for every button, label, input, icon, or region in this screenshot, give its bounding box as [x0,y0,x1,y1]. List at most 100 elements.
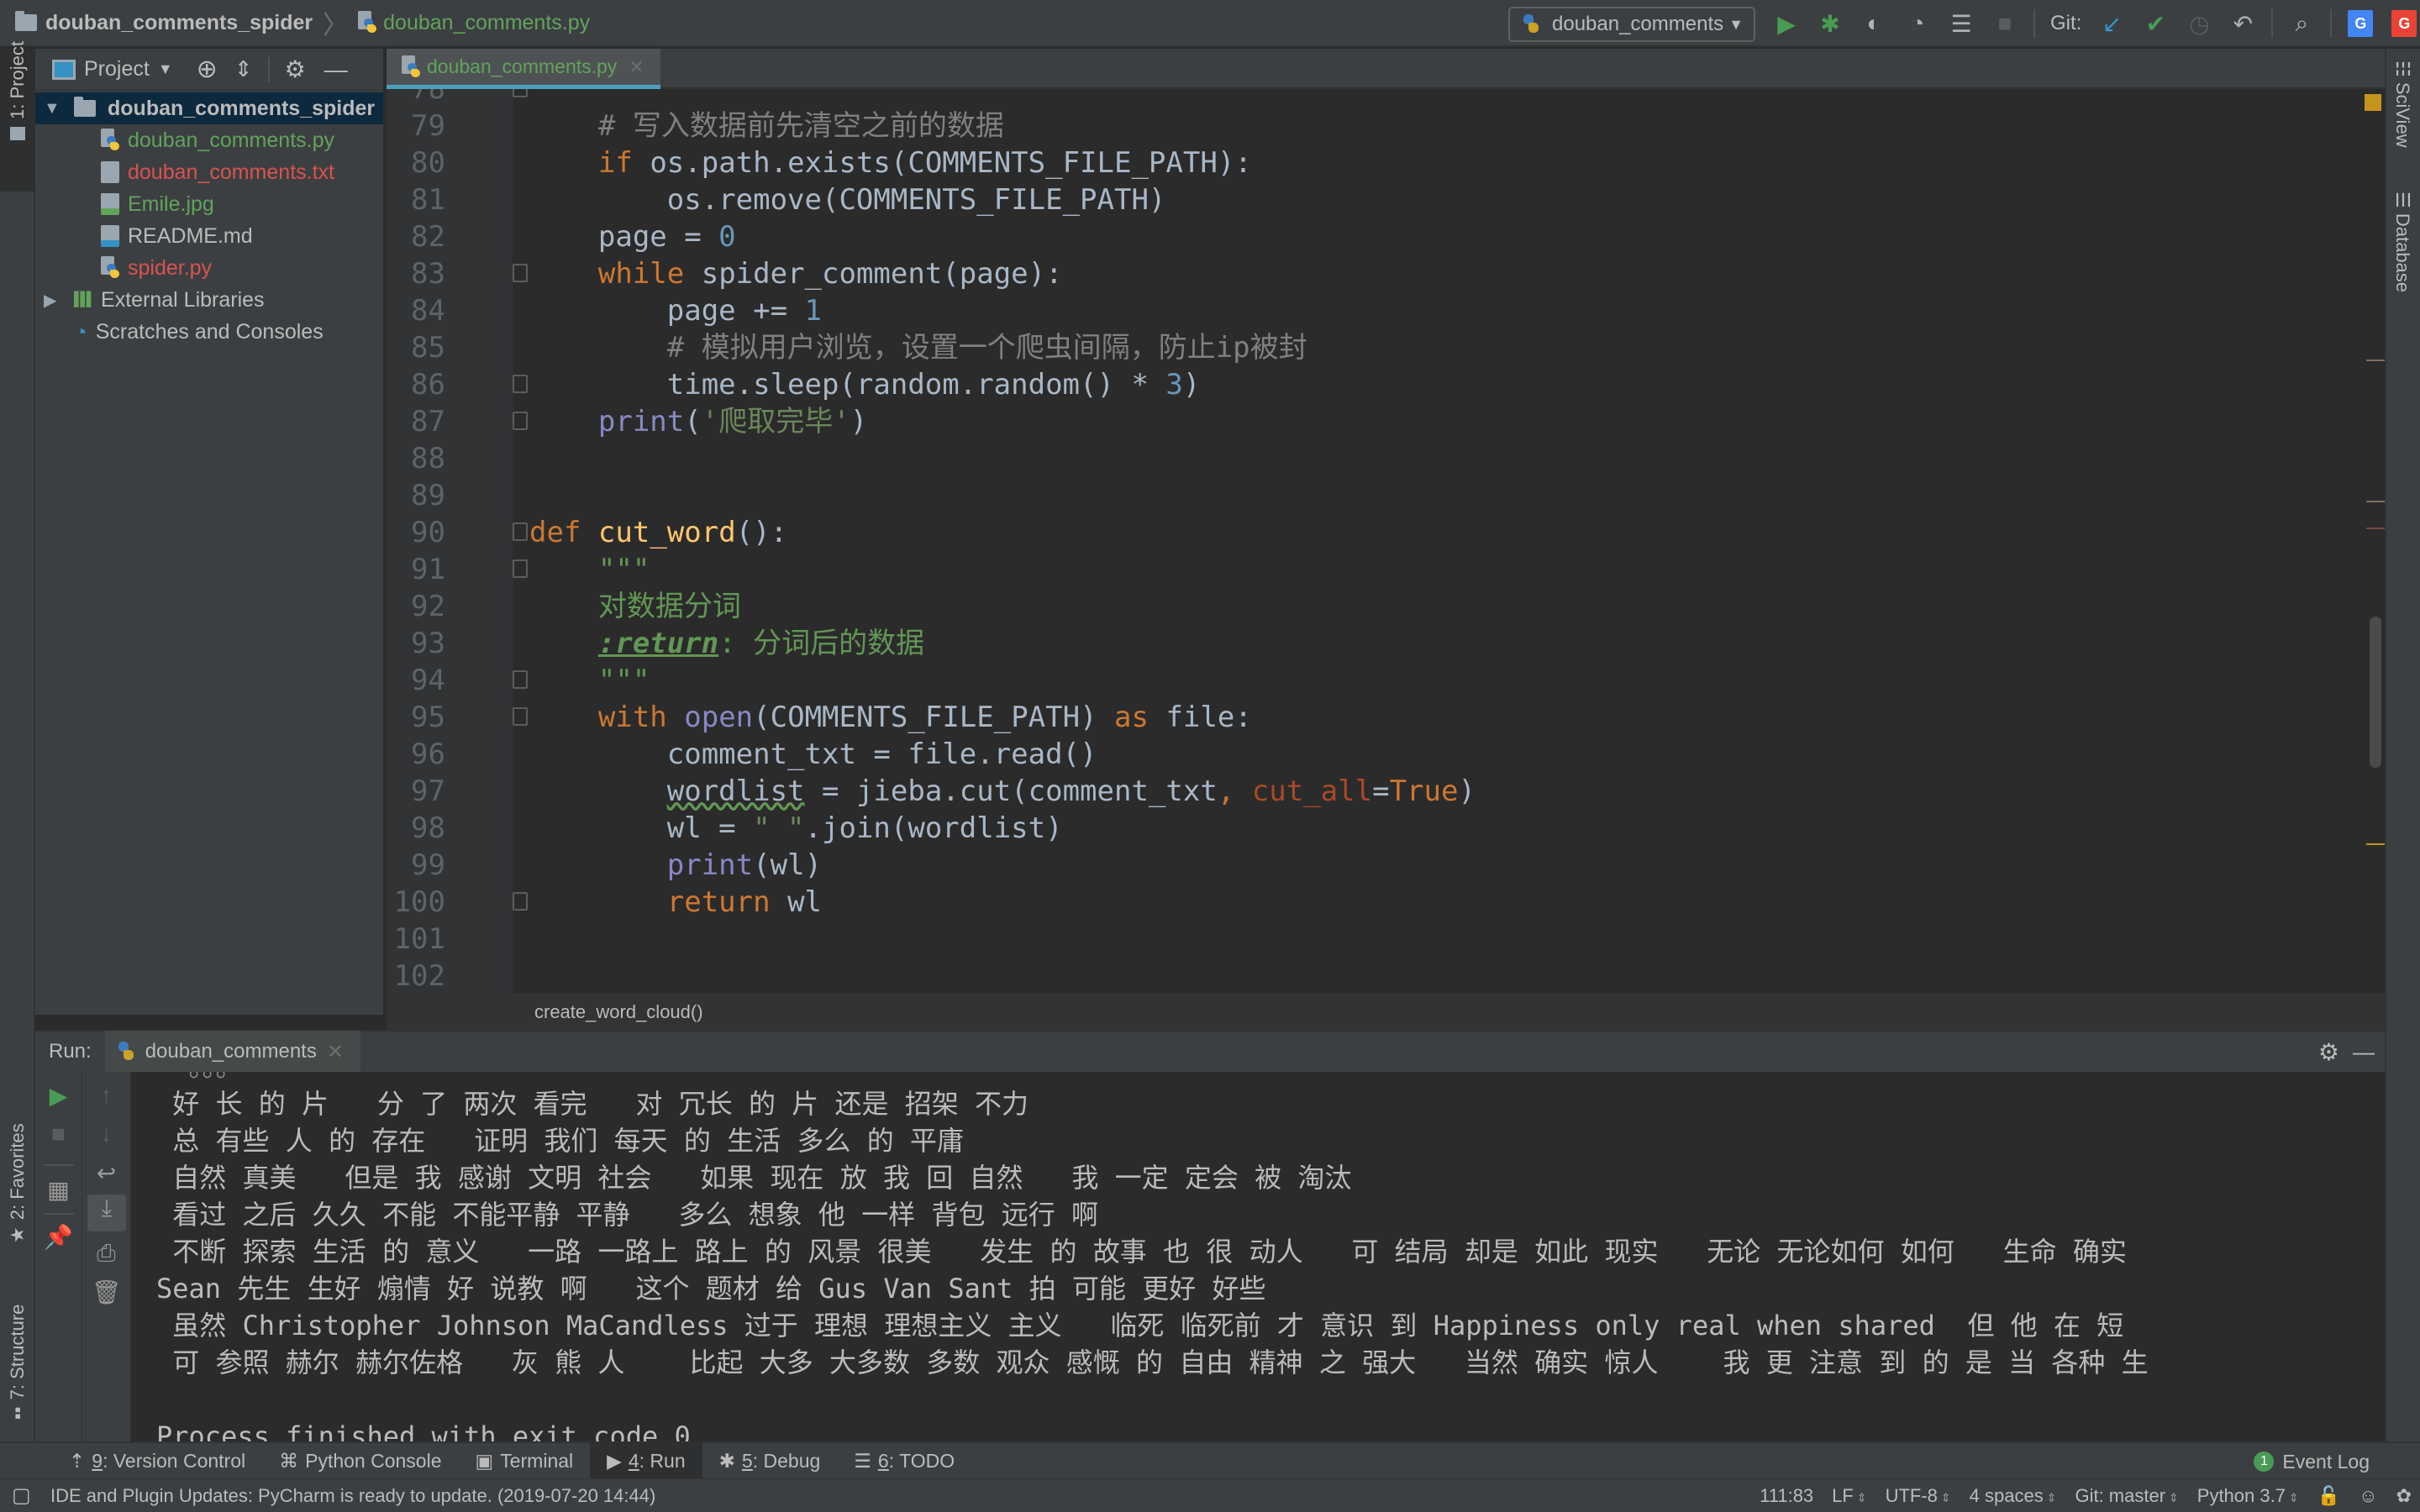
tool-window-tab[interactable]: ⇡ 9: Version Control [52,1442,262,1479]
fold-marker-icon[interactable] [513,375,528,393]
line-number[interactable]: 102 [387,958,445,993]
breadcrumb-project[interactable]: douban_comments_spider [0,0,313,46]
code-line[interactable]: 78 """ [387,89,2319,108]
soft-wrap-icon[interactable]: ↩ [82,1159,130,1187]
code-line[interactable]: 102 [387,958,2319,993]
line-number[interactable]: 90 [387,514,445,551]
line-number[interactable]: 99 [387,847,445,884]
code-line[interactable]: 83 while spider_comment(page): [387,255,2319,292]
project-view-select[interactable]: Project [84,57,150,81]
code-line[interactable]: 80 if os.path.exists(COMMENTS_FILE_PATH)… [387,144,2319,181]
gear-icon[interactable]: ⚙ [285,55,306,83]
collapsed-arrow-icon[interactable]: ▶ [44,290,62,311]
git-commit-button[interactable]: ✔ [2133,0,2177,47]
code-line[interactable]: 81 os.remove(COMMENTS_FILE_PATH) [387,181,2319,218]
line-number[interactable]: 89 [387,477,445,514]
trash-icon[interactable]: 🗑 [82,1278,130,1306]
gear-icon[interactable]: ⚙ [2318,1038,2339,1066]
stop-icon[interactable]: ■ [35,1121,82,1147]
git-update-button[interactable]: ↙ [2090,0,2133,47]
breadcrumb-file[interactable]: douban_comments.py [358,0,590,46]
code-line[interactable]: 101 [387,921,2319,958]
git-history-button[interactable]: ◷ [2177,0,2221,47]
layout-icon[interactable]: ▦ [35,1176,82,1204]
tool-tab-project[interactable]: 1: Project [0,41,35,192]
code-line[interactable]: 85 # 模拟用户浏览，设置一个爬虫间隔，防止ip被封 [387,329,2319,366]
scroll-to-end-icon[interactable]: ⤓ [87,1194,126,1231]
code-line[interactable]: 94 """ [387,662,2319,699]
code-editor[interactable]: 78 """ 79 # 写入数据前先清空之前的数据 80 if os.path.ex… [387,89,2385,993]
minimize-icon[interactable]: — [324,56,348,83]
tree-item[interactable]: douban_comments.py [35,124,383,156]
tool-tab-structure[interactable]: ▪▪ 7: Structure [0,1285,35,1420]
line-number[interactable]: 85 [387,329,445,366]
line-number[interactable]: 78 [387,89,445,108]
line-number[interactable]: 100 [387,884,445,921]
coverage-button[interactable]: ◐ [1852,0,1896,47]
indent-widget[interactable]: 4 spaces ⇕ [1970,1485,2057,1507]
tool-window-tab[interactable]: ☰ 6: TODO [837,1442,971,1479]
tree-item[interactable]: spider.py [35,252,383,284]
code-line[interactable]: 79 # 写入数据前先清空之前的数据 [387,108,2319,144]
tool-tab-sciview[interactable]: ☷ SciView [2386,60,2420,186]
code-line[interactable]: 87 print('爬取完毕') [387,403,2319,440]
tool-tab-favorites[interactable]: ★ 2: Favorites [0,1117,35,1252]
run-configuration-select[interactable]: douban_comments ▼ [1508,7,1755,42]
event-log-button[interactable]: 1 Event Log [2254,1443,2370,1480]
tree-item[interactable]: douban_comments.txt [35,156,383,188]
print-icon[interactable]: ⎙ [82,1240,130,1268]
line-number[interactable]: 79 [387,108,445,144]
line-number[interactable]: 97 [387,773,445,810]
code-line[interactable]: 86 time.sleep(random.random() * 3) [387,366,2319,403]
project-name[interactable]: douban_comments_spider [45,11,313,35]
line-number[interactable]: 81 [387,181,445,218]
run-console-output[interactable]: 。。。 好 长 的 片 分 了 两次 看完 对 冗长 的 片 还是 招架 不力 … [131,1072,2385,1441]
tool-windows-toggle-icon[interactable]: ▢ [12,1483,31,1508]
chevron-down-icon[interactable]: ▼ [158,60,173,78]
pin-icon[interactable]: 📌 [35,1223,82,1251]
line-number[interactable]: 87 [387,403,445,440]
expanded-arrow-icon[interactable]: ▼ [44,99,62,118]
concurrency-button[interactable]: ☰ [1939,0,1983,47]
line-number[interactable]: 82 [387,218,445,255]
line-number[interactable]: 93 [387,625,445,662]
code-line[interactable]: 100 return wl [387,884,2319,921]
line-number[interactable]: 101 [387,921,445,958]
scroll-marker[interactable] [2366,360,2385,361]
debug-button[interactable]: ✱ [1808,0,1852,47]
code-line[interactable]: 93 :return: 分词后的数据 [387,625,2319,662]
tree-item[interactable]: ▶ ▌▌▌ External Libraries [35,284,383,316]
code-line[interactable]: 90 def cut_word(): [387,514,2319,551]
translate-button[interactable]: G [2338,0,2382,47]
tree-item[interactable]: ◔ Scratches and Consoles [35,316,383,348]
inspection-status-icon[interactable] [2365,94,2381,111]
fold-marker-icon[interactable] [513,264,528,282]
locate-icon[interactable]: ⊕ [197,55,218,84]
fold-marker-icon[interactable] [513,559,528,578]
code-line[interactable]: 92 对数据分词 [387,588,2319,625]
code-line[interactable]: 88 [387,440,2319,477]
arrow-down-icon[interactable]: ↓ [82,1121,130,1147]
tool-window-tab[interactable]: ▶ 4: Run [590,1442,702,1479]
scrollbar-thumb[interactable] [2370,617,2381,768]
close-icon[interactable]: ✕ [327,1040,344,1064]
tree-item[interactable]: ▼ douban_comments_spider [35,92,383,124]
line-number[interactable]: 80 [387,144,445,181]
revert-button[interactable]: ↶ [2221,0,2265,47]
lock-icon[interactable]: 🔓 [2317,1485,2340,1507]
breadcrumb-function[interactable]: create_word_cloud() [534,1001,703,1023]
minimize-icon[interactable]: — [2353,1039,2375,1065]
line-number[interactable]: 83 [387,255,445,292]
tree-item[interactable]: README.md [35,220,383,252]
scroll-marker[interactable] [2366,528,2385,529]
scroll-marker[interactable] [2366,843,2385,845]
tool-window-tab[interactable]: ✱ 5: Debug [702,1442,838,1479]
tree-item[interactable]: Emile.jpg [35,188,383,220]
fold-marker-icon[interactable] [513,670,528,689]
code-line[interactable]: 98 wl = " ".join(wordlist) [387,810,2319,847]
tool-window-tab[interactable]: ⌘ Python Console [262,1442,458,1479]
inspector-icon[interactable]: ☺ [2359,1485,2377,1507]
fold-marker-icon[interactable] [513,522,528,541]
line-number[interactable]: 86 [387,366,445,403]
line-number[interactable]: 88 [387,440,445,477]
